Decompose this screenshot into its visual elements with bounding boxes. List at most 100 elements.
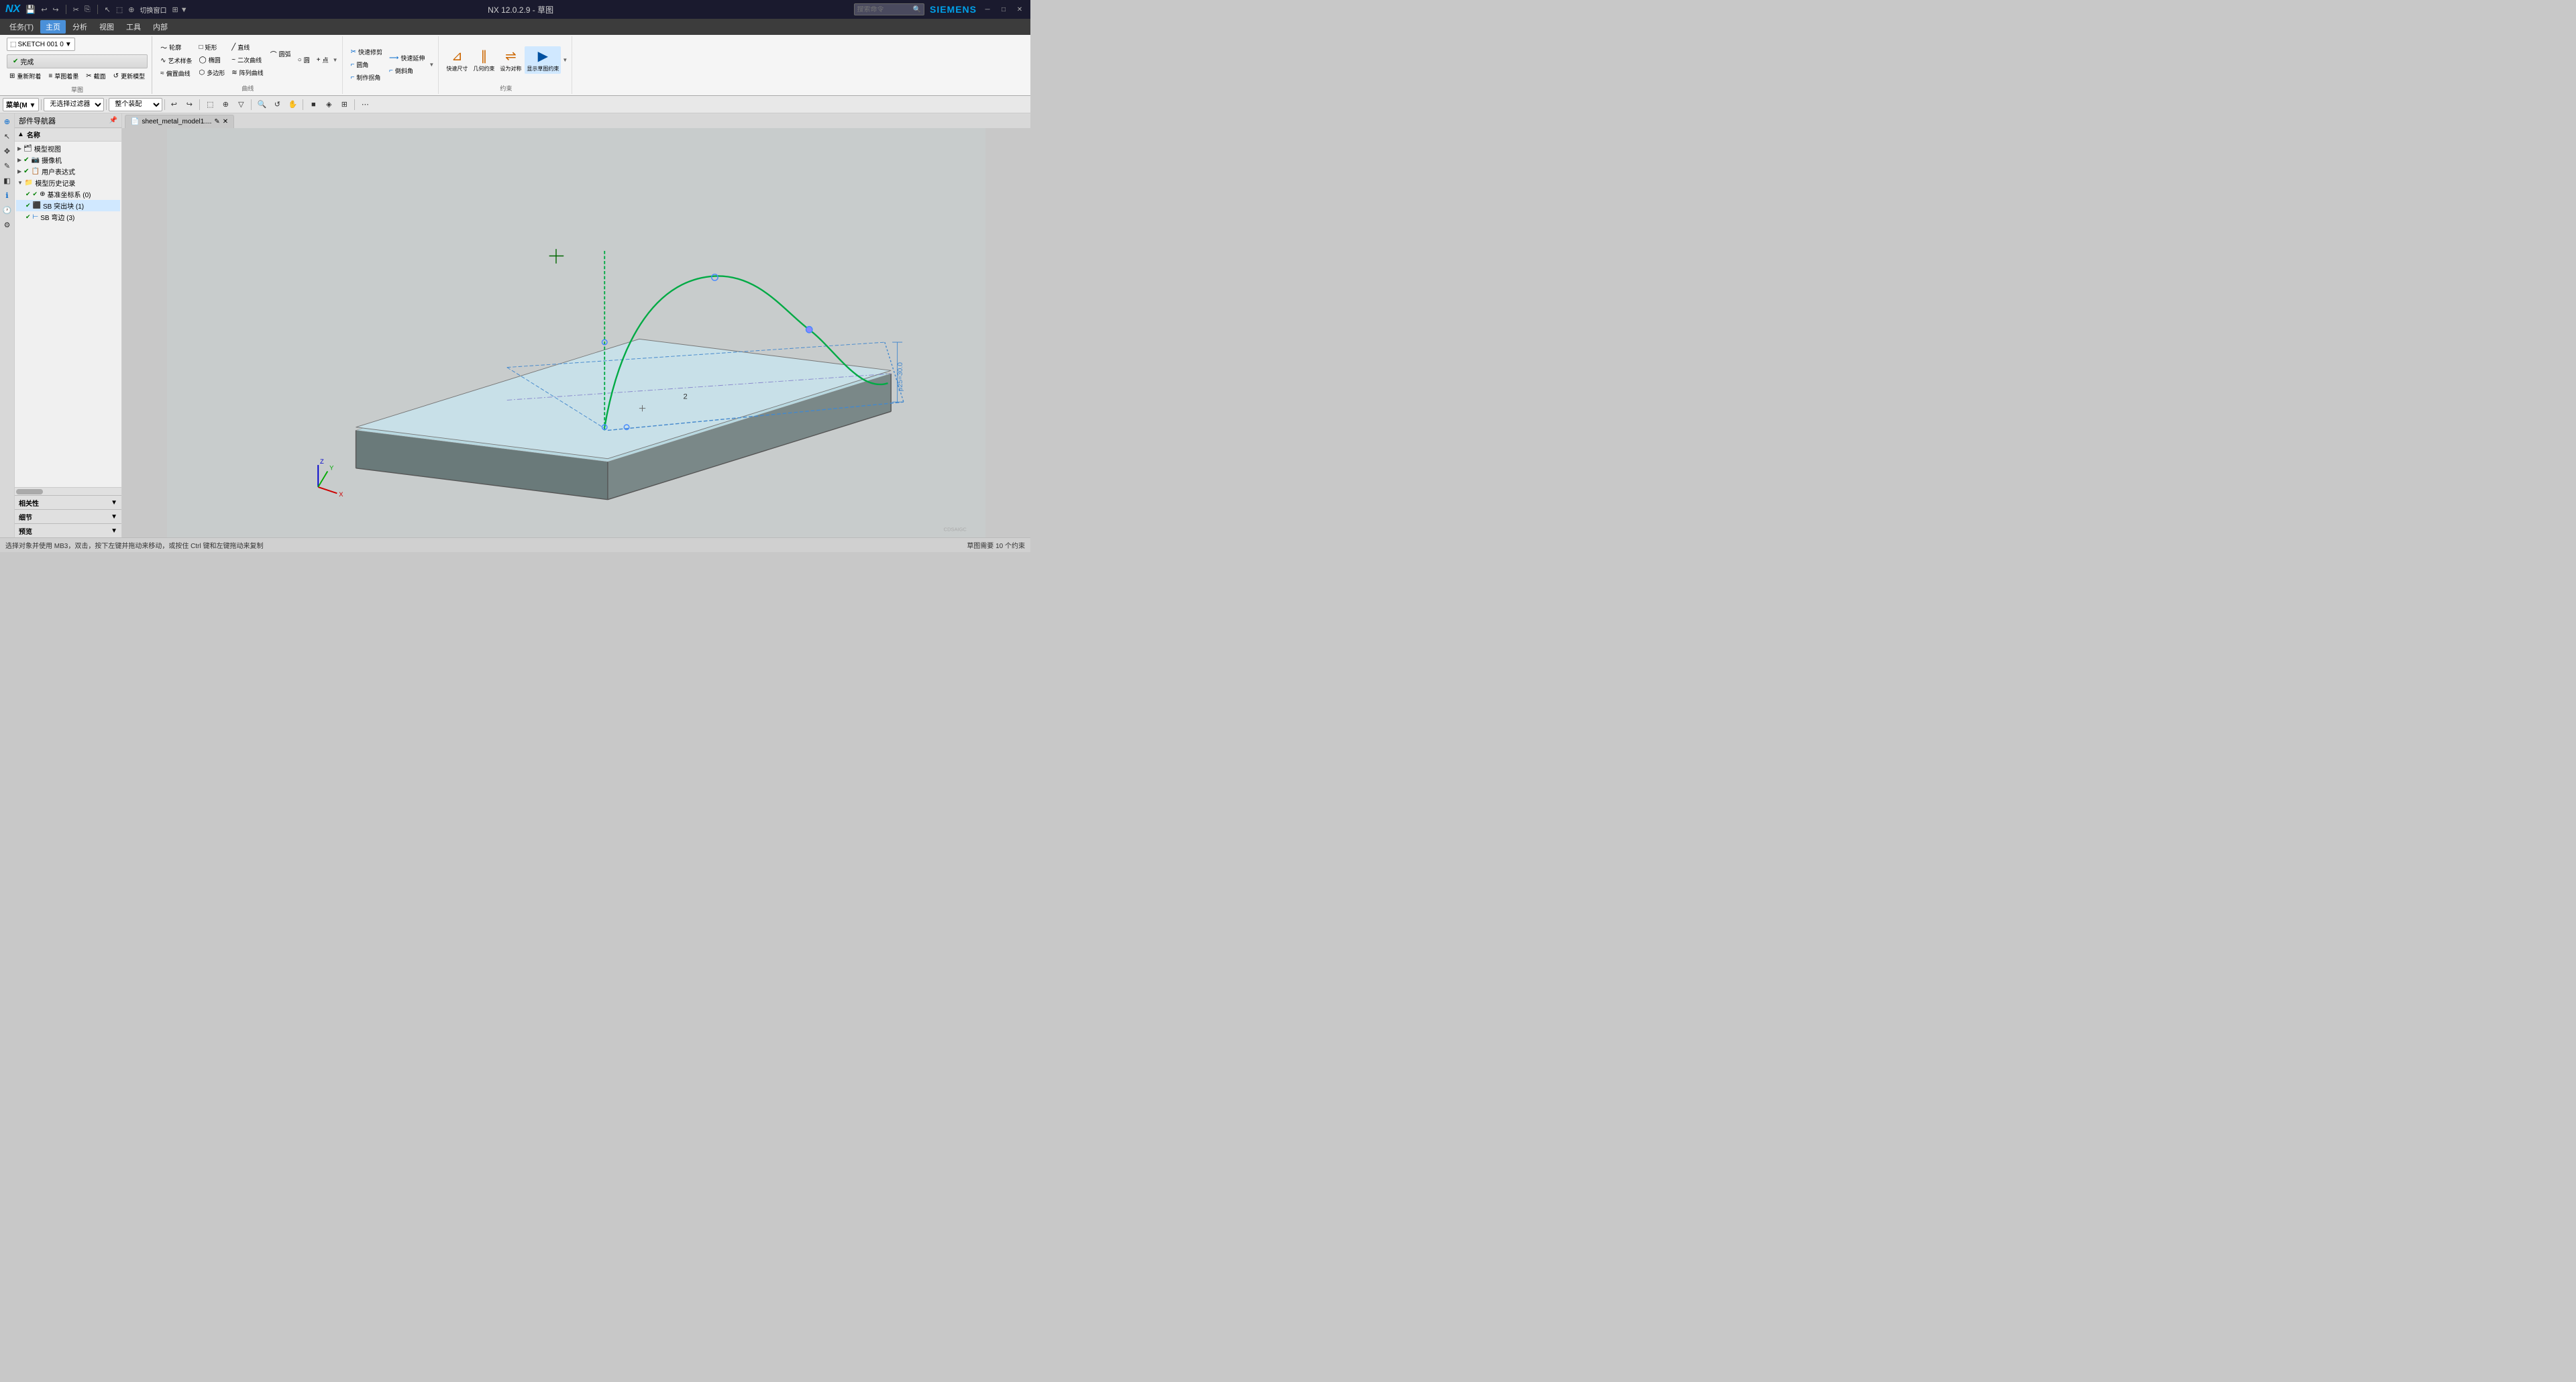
svg-text:Z: Z xyxy=(320,458,324,465)
nav-camera[interactable]: ▶ ✔ 📷 摄像机 xyxy=(16,154,120,166)
sidebar-layer[interactable]: ◧ xyxy=(1,174,14,187)
conic-btn[interactable]: ~ 二次曲线 xyxy=(229,54,266,66)
search-input[interactable] xyxy=(857,6,911,13)
minimize-btn[interactable]: ─ xyxy=(982,4,993,15)
curve-expand[interactable]: ▼ xyxy=(333,57,338,63)
switch-window[interactable]: 切换窗口 xyxy=(140,5,167,15)
constraint-expand[interactable]: ▼ xyxy=(562,57,568,63)
menu-home[interactable]: 主页 xyxy=(40,20,66,34)
nav-history[interactable]: ▼ 📁 模型历史记录 xyxy=(16,177,120,189)
nav-extrude[interactable]: ✔ ⬛ SB 突出块 (1) xyxy=(16,200,120,211)
preview-header[interactable]: 预览 ▼ xyxy=(15,524,121,537)
copy-icon[interactable]: ⎘ xyxy=(85,5,91,14)
offset-btn[interactable]: ≈ 偏置曲线 xyxy=(158,68,195,79)
nav-expressions[interactable]: ▶ ✔ 📋 用户表达式 xyxy=(16,166,120,177)
complete-btn[interactable]: ✔ 完成 xyxy=(7,54,148,68)
canvas-area[interactable]: p25=30.0 2 Z X Y CDSAIG xyxy=(122,128,1030,537)
select-icon[interactable]: ⬚ xyxy=(116,5,123,14)
tb-shading[interactable]: ◈ xyxy=(322,98,335,111)
related-header[interactable]: 相关性 ▼ xyxy=(15,496,121,509)
sidebar-arrow[interactable]: ↖ xyxy=(1,129,14,143)
save-icon[interactable]: 💾 xyxy=(25,5,36,14)
arc-btn[interactable]: ⌒ 圆弧 xyxy=(268,48,294,60)
sidebar-select[interactable]: ⊕ xyxy=(1,115,14,128)
nav-datum[interactable]: ✔ ✔ ⊕ 基准坐标系 (0) xyxy=(16,189,120,200)
sidebar-move[interactable]: ✥ xyxy=(1,144,14,158)
sketch-dropdown[interactable]: ⬚ SKETCH 001 0 ▼ xyxy=(7,38,75,51)
menu-internal[interactable]: 内部 xyxy=(148,20,173,34)
circle-btn[interactable]: ○ 圆 xyxy=(295,54,313,66)
redo-icon[interactable]: ↪ xyxy=(52,5,58,14)
sidebar-gear[interactable]: ⚙ xyxy=(1,218,14,231)
detail-header[interactable]: 细节 ▼ xyxy=(15,510,121,523)
tb-render[interactable]: ■ xyxy=(307,98,320,111)
bend-icon: ⊢ xyxy=(33,213,39,221)
arrow-icon[interactable]: ↖ xyxy=(105,5,111,14)
line-btn[interactable]: ╱ 直线 xyxy=(229,42,266,53)
tb-zoom[interactable]: 🔍 xyxy=(255,98,268,111)
art-spline-btn[interactable]: ∿ 艺术样条 xyxy=(158,55,195,66)
show-constraint-btn[interactable]: ▶ 显示草图约束 xyxy=(525,46,561,74)
close-btn[interactable]: ✕ xyxy=(1014,4,1025,15)
menu-task[interactable]: 任务(T) xyxy=(4,20,39,34)
window-icon[interactable]: ⊞ ▼ xyxy=(172,5,188,14)
doc-close[interactable]: ✕ xyxy=(223,118,228,125)
make-corner-btn[interactable]: ⌐ 制作拐角 xyxy=(348,72,385,83)
scrollbar-thumb[interactable] xyxy=(16,489,43,494)
undo-icon[interactable]: ↩ xyxy=(41,5,47,14)
menu-tools[interactable]: 工具 xyxy=(121,20,146,34)
nav-model-view[interactable]: ▶ 🗂 模型视图 xyxy=(16,143,120,154)
quick-extend-btn[interactable]: ⟶ 快速延伸 xyxy=(386,52,427,64)
nav-bend[interactable]: ✔ ⊢ SB 弯边 (3) xyxy=(16,211,120,223)
snap-icon[interactable]: ⊕ xyxy=(128,5,134,14)
datum-icon: ⊕ xyxy=(40,191,45,198)
ellipse-btn[interactable]: ◯ 椭圆 xyxy=(196,54,227,66)
polygon-btn[interactable]: ⬡ 多边形 xyxy=(196,67,227,78)
sidebar-clock[interactable]: 🕐 xyxy=(1,203,14,217)
tb-select[interactable]: ⬚ xyxy=(203,98,217,111)
quick-trim-btn[interactable]: ✂ 快速修剪 xyxy=(348,46,385,58)
quick-dim-btn[interactable]: ⊿ 快速尺寸 xyxy=(444,46,470,74)
sort-icon[interactable]: ▲ xyxy=(17,131,24,138)
maximize-btn[interactable]: □ xyxy=(998,4,1009,15)
part-nav-pin[interactable]: 📌 xyxy=(109,117,117,124)
sidebar-info[interactable]: ℹ xyxy=(1,189,14,202)
tb-snap[interactable]: ⊕ xyxy=(219,98,232,111)
profile-btn[interactable]: 〜 轮廓 xyxy=(158,41,195,54)
menu-dropdown[interactable]: 菜单(M ▼ xyxy=(3,98,39,111)
set-symmetric-btn[interactable]: ⇌ 设为对称 xyxy=(498,46,523,74)
fillet-btn[interactable]: ⌐ 圆角 xyxy=(348,59,385,70)
filter-dropdown[interactable]: 无选择过滤器 xyxy=(44,98,104,111)
edit-expand[interactable]: ▼ xyxy=(429,62,434,68)
search-box[interactable]: 🔍 xyxy=(854,3,924,15)
array-curve-btn[interactable]: ≋ 阵列曲线 xyxy=(229,67,266,78)
redraw-btn[interactable]: ⊞ 重新附着 xyxy=(7,70,44,82)
tb-more[interactable]: ⋯ xyxy=(358,98,372,111)
tb-undo[interactable]: ↩ xyxy=(167,98,180,111)
tb-filter[interactable]: ▽ xyxy=(234,98,248,111)
update-btn[interactable]: ↺ 更新模型 xyxy=(111,70,148,82)
tb-redo[interactable]: ↪ xyxy=(182,98,196,111)
doc-name: sheet_metal_model1.... xyxy=(142,118,211,125)
ribbon-content: ⬚ SKETCH 001 0 ▼ ✔ 完成 ⊞ 重新附着 ≡ 草图着墨 xyxy=(0,35,1030,95)
doc-tab-active[interactable]: 📄 sheet_metal_model1.... ✎ ✕ xyxy=(125,115,234,128)
fillet-icon: ⌐ xyxy=(351,61,355,68)
sketch-ink-btn[interactable]: ≡ 草图着墨 xyxy=(46,70,81,82)
sidebar-edit[interactable]: ✎ xyxy=(1,159,14,172)
extrude-label: SB 突出块 (1) xyxy=(43,201,84,211)
chamfer-btn[interactable]: ⌐ 倒斜角 xyxy=(386,65,427,76)
conic-label: 二次曲线 xyxy=(237,56,262,64)
assembly-dropdown[interactable]: 整个装配 xyxy=(109,98,162,111)
point-btn[interactable]: + 点 xyxy=(314,54,331,66)
section-btn[interactable]: ✂ 截面 xyxy=(83,70,108,82)
rect-btn[interactable]: □ 矩形 xyxy=(196,42,227,53)
nav-scrollbar[interactable] xyxy=(15,487,121,495)
menu-analysis[interactable]: 分析 xyxy=(67,20,93,34)
cut-icon[interactable]: ✂ xyxy=(73,5,79,14)
menu-view[interactable]: 视图 xyxy=(94,20,119,34)
geo-constraint-btn[interactable]: ∥ 几何约束 xyxy=(471,46,496,74)
tb-rotate[interactable]: ↺ xyxy=(270,98,284,111)
tb-pan[interactable]: ✋ xyxy=(286,98,299,111)
point-label: 点 xyxy=(323,56,329,64)
tb-grid[interactable]: ⊞ xyxy=(337,98,351,111)
